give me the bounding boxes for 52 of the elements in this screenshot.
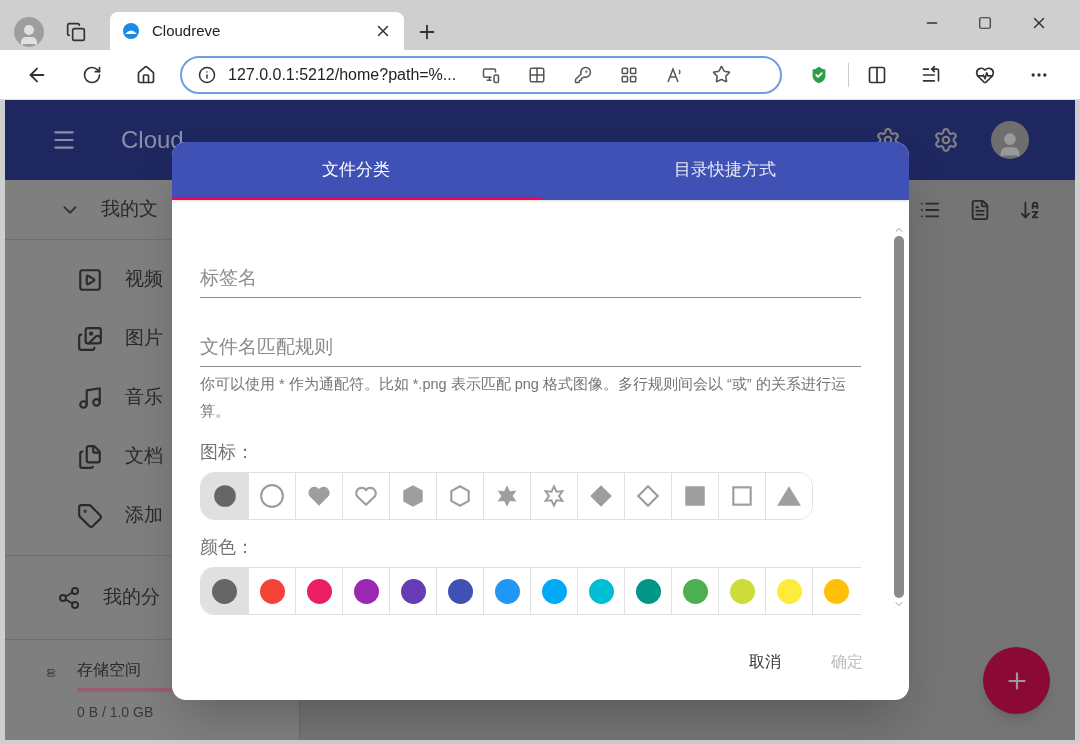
icon-option[interactable]	[765, 473, 812, 519]
maximize-icon[interactable]	[978, 16, 992, 30]
storage-label: 存储空间	[77, 660, 142, 680]
tag-icon	[77, 502, 103, 529]
hexagon-icon	[400, 483, 426, 509]
helper-text: 你可以使用 * 作为通配符。比如 *.png 表示匹配 png 格式图像。多行规则间会以 “或” 的关系进行运算。	[200, 375, 847, 421]
diamond-icon	[588, 483, 614, 509]
color-option[interactable]	[201, 568, 248, 614]
settings-icon[interactable]	[933, 127, 959, 153]
share-icon	[57, 585, 81, 610]
address-bar[interactable]: 127.0.0.1:5212/home?path=%...	[180, 55, 782, 94]
hexagon-outline-icon	[447, 483, 473, 509]
refresh-icon[interactable]	[82, 64, 102, 85]
apps-icon[interactable]	[620, 65, 639, 84]
text-field[interactable]: 标签名	[200, 258, 861, 298]
qr-icon[interactable]	[528, 65, 547, 84]
square-icon	[682, 483, 708, 509]
sort-icon[interactable]	[1019, 199, 1041, 221]
music-icon	[77, 384, 103, 411]
profile-icon[interactable]	[14, 17, 44, 47]
icon-label: 图标：	[200, 441, 255, 464]
devices-icon[interactable]	[482, 65, 501, 84]
image-icon	[77, 325, 103, 352]
key-icon[interactable]	[574, 65, 593, 84]
browser-tab[interactable]: Cloudreve	[110, 12, 404, 50]
star-outline-icon	[541, 483, 567, 509]
sidebar-folder[interactable]: 我的文	[101, 195, 158, 224]
storage-usage: 0 B / 1.0 GB	[77, 703, 155, 722]
dialog-action[interactable]: 取消	[731, 645, 799, 679]
diamond-outline-icon	[635, 483, 661, 509]
cloud-logo-icon	[122, 22, 140, 40]
file-icon[interactable]	[969, 199, 991, 221]
tabs-icon[interactable]	[66, 22, 86, 42]
favorites-list-icon[interactable]	[921, 64, 941, 85]
video-icon	[77, 266, 103, 293]
info-icon	[198, 65, 216, 84]
circle-outline-icon	[259, 483, 285, 509]
url-text: 127.0.0.1:5212/home?path=%...	[228, 64, 457, 85]
health-icon[interactable]	[975, 64, 995, 85]
avatar[interactable]	[991, 121, 1029, 159]
doc-icon	[77, 443, 103, 470]
sidebar-share[interactable]: 我的分	[103, 583, 160, 612]
color-label: 颜色：	[200, 536, 255, 559]
icon-option[interactable]	[201, 473, 248, 519]
favorite-icon[interactable]	[712, 65, 732, 84]
square-outline-icon	[729, 483, 755, 509]
text-field[interactable]: 文件名匹配规则	[200, 327, 861, 367]
dialog-tab[interactable]: 目录快捷方式	[540, 142, 909, 200]
home-icon[interactable]	[136, 64, 156, 85]
tab-title: Cloudreve	[152, 20, 222, 41]
circle-icon	[211, 483, 238, 509]
split-screen-icon[interactable]	[867, 64, 887, 85]
